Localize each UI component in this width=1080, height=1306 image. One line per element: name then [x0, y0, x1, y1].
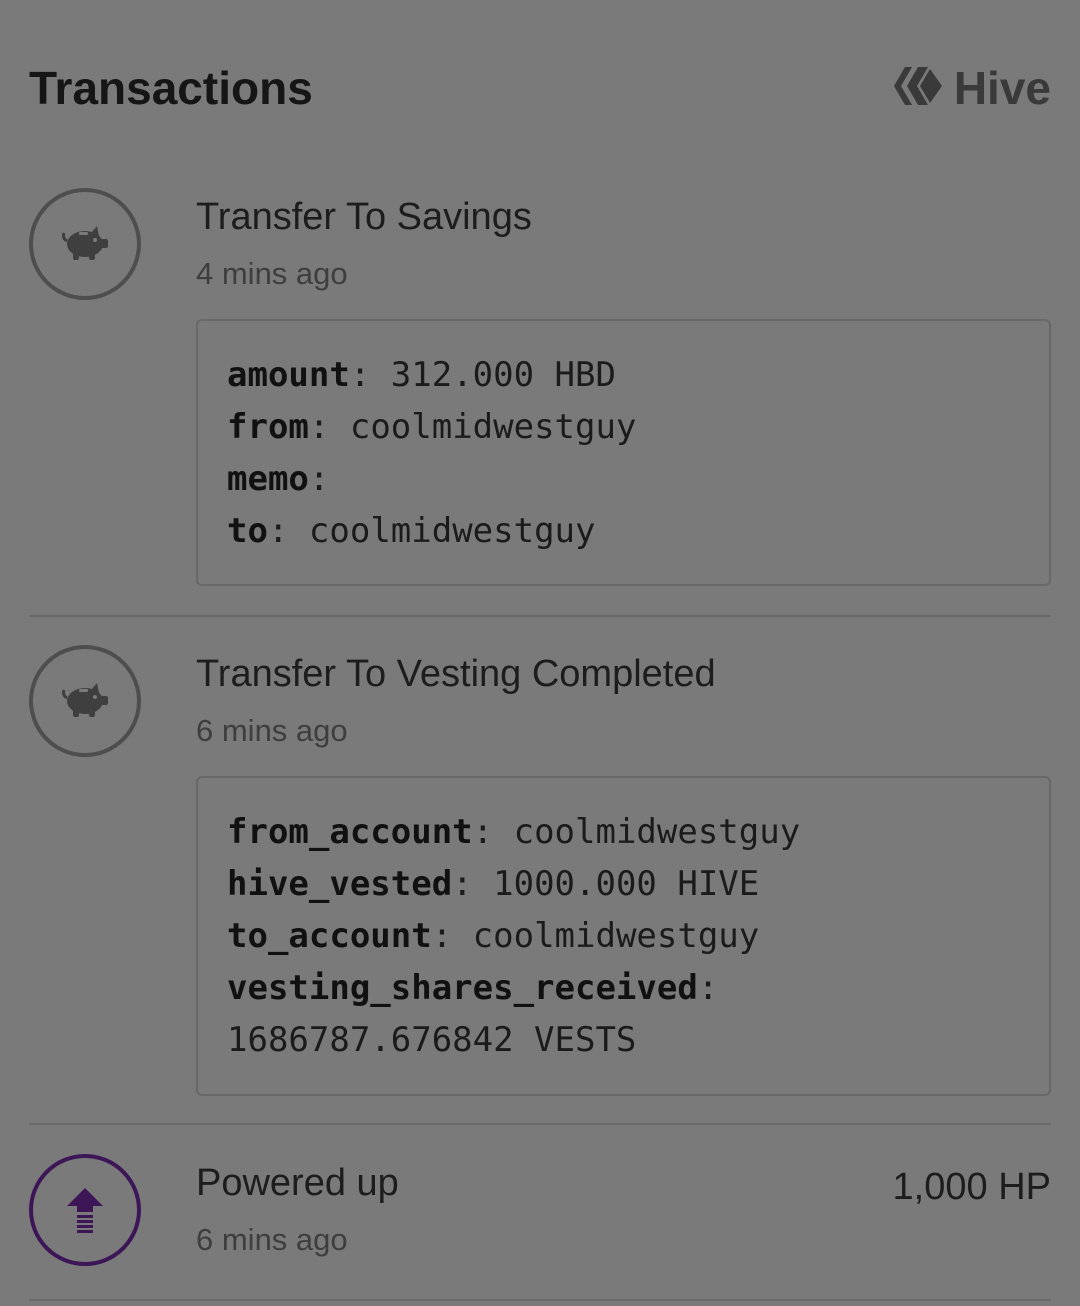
detail-row: to: coolmidwestguy: [227, 511, 596, 551]
detail-key: amount: [227, 355, 350, 395]
detail-key: to: [227, 511, 268, 551]
detail-value: coolmidwestguy: [308, 511, 596, 551]
transaction-time: 6 mins ago: [196, 1222, 348, 1257]
transaction-details: amount: 312.000 HBD from: coolmidwestguy…: [196, 319, 1051, 586]
transaction-time: 4 mins ago: [196, 256, 348, 291]
detail-key: to_account: [227, 916, 432, 956]
transaction-title: Powered up: [196, 1162, 399, 1204]
page-title: Transactions: [29, 62, 313, 114]
divider: [29, 615, 1051, 617]
detail-row: hive_vested: 1000.000 HIVE: [227, 864, 760, 904]
detail-value: 1686787.676842 VESTS: [227, 1020, 637, 1060]
detail-value: 1000.000 HIVE: [493, 864, 760, 904]
detail-key: hive_vested: [227, 864, 453, 904]
divider: [29, 1299, 1051, 1301]
detail-row: from_account: coolmidwestguy: [227, 812, 801, 852]
brand[interactable]: Hive: [893, 61, 1051, 115]
detail-key: from: [227, 407, 309, 447]
piggy-bank-icon: [29, 645, 141, 757]
hive-logo-icon: [893, 64, 942, 113]
power-up-arrow-icon: [29, 1154, 141, 1266]
header: Transactions Hive: [29, 56, 1051, 120]
detail-value: coolmidwestguy: [349, 407, 637, 447]
transaction-title: Transfer To Vesting Completed: [196, 653, 716, 695]
detail-row: memo:: [227, 459, 330, 499]
transaction-amount: 1,000 HP: [892, 1166, 1051, 1208]
detail-value: coolmidwestguy: [472, 916, 760, 956]
detail-key: from_account: [227, 812, 473, 852]
detail-row: from: coolmidwestguy: [227, 407, 637, 447]
detail-key: vesting_shares_received: [227, 968, 698, 1008]
detail-key: memo: [227, 459, 309, 499]
transaction-time: 6 mins ago: [196, 713, 348, 748]
detail-value: coolmidwestguy: [513, 812, 801, 852]
transaction-title: Transfer To Savings: [196, 196, 532, 238]
detail-row: amount: 312.000 HBD: [227, 355, 616, 395]
divider: [29, 1123, 1051, 1125]
piggy-bank-icon: [29, 188, 141, 300]
detail-row: to_account: coolmidwestguy: [227, 916, 760, 956]
brand-name: Hive: [953, 62, 1051, 114]
transaction-details: from_account: coolmidwestguy hive_vested…: [196, 776, 1051, 1096]
detail-value: 312.000 HBD: [390, 355, 616, 395]
detail-row: vesting_shares_received: 1686787.676842 …: [227, 968, 719, 1060]
